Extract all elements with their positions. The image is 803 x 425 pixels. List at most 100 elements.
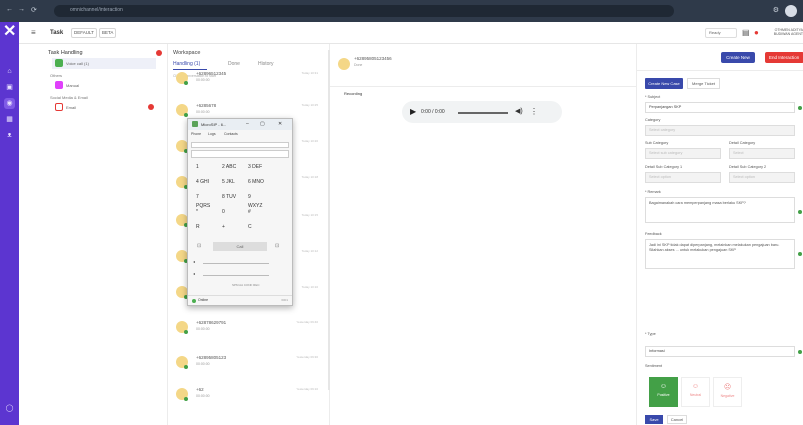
email-item[interactable]: Email xyxy=(52,102,156,113)
speaker-icon[interactable]: ⊡ xyxy=(197,243,201,249)
more-options-icon[interactable]: ⋮ xyxy=(530,107,538,116)
maximize-icon[interactable]: ▢ xyxy=(260,121,265,127)
play-icon[interactable]: ▶ xyxy=(410,107,416,116)
chat-icon[interactable]: ◉ xyxy=(4,98,15,109)
detail-sub-category-1-label: Detail Sub Category 1 xyxy=(645,165,683,169)
manual-label: Manual xyxy=(66,83,80,88)
tab-handling[interactable]: Handling (1) xyxy=(173,61,200,67)
softphone-window: MicroSIP - 6... – ▢ ✕ Phone Logs Contact… xyxy=(187,118,293,306)
category-select[interactable]: Select category xyxy=(645,125,795,136)
tab-merge-ticket[interactable]: Merge Ticket xyxy=(687,78,720,89)
grid-icon[interactable]: ▦ xyxy=(4,114,15,125)
keypad-key[interactable]: R xyxy=(196,223,212,232)
end-interaction-button[interactable]: End Interaction xyxy=(765,52,803,63)
phone-menu[interactable]: Phone xyxy=(191,132,201,136)
email-label: Email xyxy=(66,105,77,110)
online-status-icon xyxy=(192,299,196,303)
sub-category-select[interactable]: Select sub category xyxy=(645,148,721,159)
conversation-timestamp: Yesterday 09:10 xyxy=(296,387,318,391)
call-button[interactable]: Call xyxy=(213,242,267,251)
keypad-key[interactable]: * xyxy=(196,208,212,217)
sentiment-negative[interactable]: ☹ Negative xyxy=(713,377,742,407)
keypad-key[interactable]: 2 ABC xyxy=(222,163,238,172)
detail-category-select[interactable]: Select xyxy=(729,148,795,159)
feedback-textarea[interactable]: Jadi ini SKP tidak dapat diperpanjang, m… xyxy=(645,239,795,269)
keypad-key[interactable]: 4 GHI xyxy=(196,178,212,187)
logs-menu[interactable]: Logs xyxy=(208,132,216,136)
default-badge[interactable]: DEFAULT xyxy=(71,28,97,38)
profile-avatar[interactable] xyxy=(785,5,797,17)
keypad-key[interactable]: 3 DEF xyxy=(248,163,264,172)
keypad-key[interactable]: 1 xyxy=(196,163,212,172)
conversation-duration: 00:00:00 xyxy=(196,394,210,398)
user-avatar-icon[interactable]: ● xyxy=(754,28,759,37)
manual-item[interactable]: Manual xyxy=(52,80,156,91)
transfer-icon[interactable]: ⊡ xyxy=(275,243,279,249)
softphone-app-icon xyxy=(192,121,198,127)
tab-history[interactable]: History xyxy=(258,61,274,67)
create-new-button[interactable]: Create New xyxy=(721,52,755,63)
conversation-item[interactable]: +62 00:00:00 Yesterday 09:10 xyxy=(172,384,322,414)
keypad-key[interactable]: 8 TUV xyxy=(222,193,238,202)
speaker-volume-slider[interactable]: ◂ xyxy=(193,271,287,279)
subject-label: * Subject xyxy=(645,95,661,99)
conversation-number: +62895805123 xyxy=(196,355,227,360)
keypad-key[interactable]: 9 WXYZ xyxy=(248,193,264,209)
conversation-item[interactable]: +62895805123 00:00:00 Yesterday 09:30 xyxy=(172,352,322,382)
mic-volume-slider[interactable]: ◂ xyxy=(193,259,287,267)
detail-sub-category-2-select[interactable]: Select option xyxy=(729,172,795,183)
address-bar[interactable]: omnichannel/interaction xyxy=(54,5,674,17)
subject-field[interactable]: Perpanjangan SKP xyxy=(645,102,795,113)
conversation-timestamp: Yesterday 09:40 xyxy=(296,320,318,324)
dial-input[interactable] xyxy=(191,150,289,158)
audio-progress-track[interactable] xyxy=(458,112,508,114)
back-icon[interactable]: ← xyxy=(6,6,13,13)
divider xyxy=(637,70,803,71)
conversation-timestamp: Today 10:25 xyxy=(301,103,318,107)
conversation-timestamp: Today 10:12 xyxy=(301,249,318,253)
conversation-item[interactable]: +62878629791 00:00:00 Yesterday 09:40 xyxy=(172,317,322,347)
account-dropdown[interactable] xyxy=(191,142,289,148)
minimize-icon[interactable]: – xyxy=(246,121,249,127)
forward-icon[interactable]: → xyxy=(18,6,25,13)
tab-done[interactable]: Done xyxy=(228,61,240,67)
negative-label: Negative xyxy=(720,394,735,398)
conversation-number: +62878629791 xyxy=(196,320,227,325)
reload-icon[interactable]: ⟳ xyxy=(31,6,37,14)
keypad-key[interactable]: 7 PQRS xyxy=(196,193,212,209)
sentiment-neutral[interactable]: ☺ Neutral xyxy=(681,377,710,407)
home-icon[interactable]: ⌂ xyxy=(4,66,15,77)
detail-sub-category-1-select[interactable]: Select option xyxy=(645,172,721,183)
extension-icon[interactable]: ⚙ xyxy=(773,6,779,14)
save-button[interactable]: Save xyxy=(645,415,663,424)
call-options[interactable]: SPM AA CONF REC xyxy=(232,283,260,287)
beta-badge: BETA xyxy=(99,28,117,38)
keypad-key[interactable]: 0 xyxy=(222,208,238,217)
sentiment-positive[interactable]: ☺ Positive xyxy=(649,377,678,407)
cancel-button[interactable]: Cancel xyxy=(667,415,687,424)
volume-icon[interactable]: ◀) xyxy=(515,107,523,115)
close-icon[interactable]: ✕ xyxy=(278,121,282,127)
circle-icon[interactable]: ◯ xyxy=(4,403,15,414)
agent-status-select[interactable]: Ready xyxy=(705,28,737,38)
tab-create-new-case[interactable]: Create New Case xyxy=(645,78,683,89)
task-handling-panel: Task Handling Voice call (1) Others Manu… xyxy=(44,44,168,425)
keypad-key[interactable]: 6 MNO xyxy=(248,178,264,187)
people-icon[interactable]: ᴥ xyxy=(4,130,15,141)
mic-icon: ◂ xyxy=(193,259,196,264)
conversation-item[interactable]: +62896512345 00:00:00 Today 10:31 xyxy=(172,68,322,98)
voice-call-item[interactable]: Voice call (1) xyxy=(52,58,156,69)
menu-icon[interactable]: ≡ xyxy=(31,28,36,37)
inbox-icon[interactable]: ▣ xyxy=(4,82,15,93)
audio-time: 0:00 / 0:00 xyxy=(421,109,445,115)
keypad-key[interactable]: # xyxy=(248,208,264,217)
remark-textarea[interactable]: Bagaimanakah cara memperpanjang masa ber… xyxy=(645,197,795,223)
contacts-menu[interactable]: Contacts xyxy=(224,132,238,136)
notification-icon[interactable]: ▤ xyxy=(742,28,750,37)
type-select[interactable]: Informasi xyxy=(645,346,795,357)
softphone-statusbar: Online 6001 xyxy=(188,295,292,305)
keypad-key[interactable]: 5 JKL xyxy=(222,178,238,187)
audio-player: ▶ 0:00 / 0:00 ◀) ⋮ xyxy=(402,101,562,123)
keypad-key[interactable]: C xyxy=(248,223,264,232)
keypad-key[interactable]: + xyxy=(222,223,238,232)
